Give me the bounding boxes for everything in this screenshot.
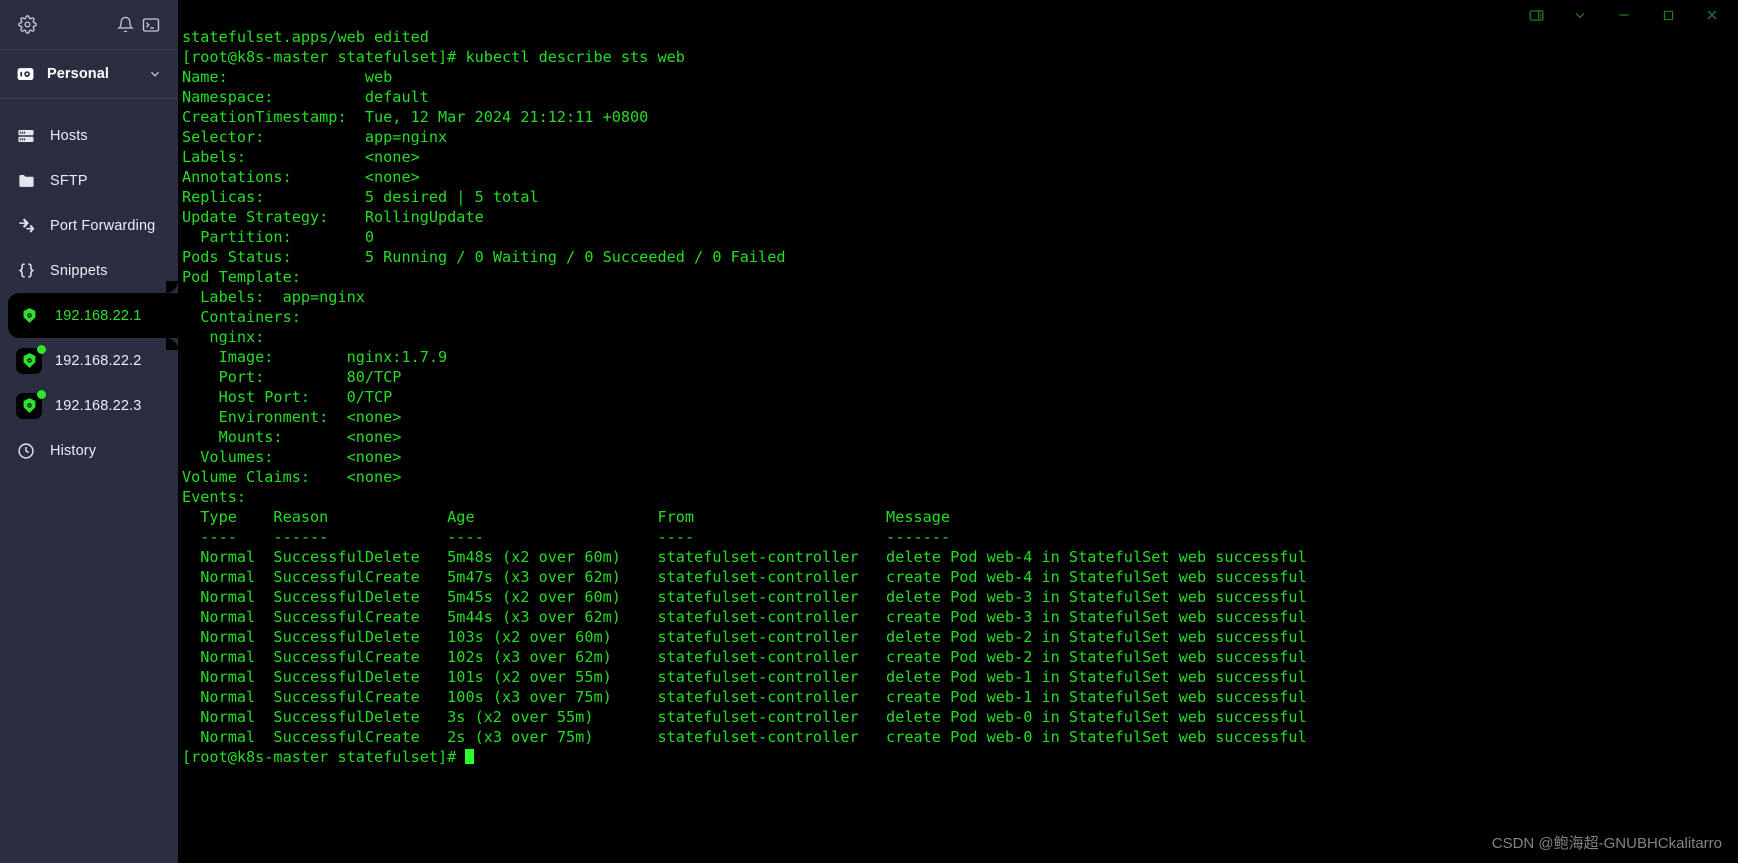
terminal-cursor xyxy=(465,749,475,764)
terminal-line: statefulset.apps/web edited xyxy=(182,28,429,46)
terminal-line: Normal SuccessfulDelete 101s (x2 over 55… xyxy=(182,668,1307,686)
terminal-line: Image: nginx:1.7.9 xyxy=(182,348,448,366)
terminal-line: ---- ------ ---- ---- ------- xyxy=(182,528,951,546)
host-label: 192.168.22.2 xyxy=(55,352,142,369)
terminal-line: [root@k8s-master statefulset]# kubectl d… xyxy=(182,48,685,66)
server-icon xyxy=(16,126,36,146)
sidebar-item-label: History xyxy=(50,442,97,459)
settings-icon[interactable] xyxy=(14,12,40,38)
sidebar-item-history[interactable]: History xyxy=(0,428,178,473)
sidebar-item-label: Port Forwarding xyxy=(50,217,156,234)
terminal-line: Normal SuccessfulDelete 103s (x2 over 60… xyxy=(182,628,1307,646)
sidebar-item-sftp[interactable]: SFTP xyxy=(0,158,178,203)
window-controls xyxy=(1514,0,1738,30)
terminal-line: Normal SuccessfulDelete 3s (x2 over 55m)… xyxy=(182,708,1307,726)
terminal-panel[interactable]: statefulset.apps/web edited [root@k8s-mas… xyxy=(178,0,1738,863)
terminal-line: Containers: xyxy=(182,308,301,326)
terminal-line: Normal SuccessfulDelete 5m45s (x2 over 6… xyxy=(182,588,1307,606)
terminal-line: Namespace: default xyxy=(182,88,429,106)
app-window: Personal Hosts SFTP Port Forwarding Snip… xyxy=(0,0,1738,863)
host-label: 192.168.22.1 xyxy=(55,307,142,324)
folder-icon xyxy=(16,171,36,191)
sidebar-nav: Hosts SFTP Port Forwarding Snippets 192.… xyxy=(0,99,178,473)
terminal-line: Port: 80/TCP xyxy=(182,368,402,386)
minimize-icon[interactable] xyxy=(1602,0,1646,30)
terminal-line: Update Strategy: RollingUpdate xyxy=(182,208,484,226)
clock-icon xyxy=(16,441,36,461)
sidebar-item-hosts[interactable]: Hosts xyxy=(0,113,178,158)
terminal-prompt-line: [root@k8s-master statefulset]# xyxy=(182,747,1738,767)
terminal-line: Selector: app=nginx xyxy=(182,128,448,146)
chevron-down-icon[interactable] xyxy=(148,67,162,81)
terminal-line: Type Reason Age From Message xyxy=(182,508,951,526)
terminal-line: Labels: app=nginx xyxy=(182,288,365,306)
sidebar: Personal Hosts SFTP Port Forwarding Snip… xyxy=(0,0,178,863)
terminal-line: Environment: <none> xyxy=(182,408,402,426)
account-selector[interactable]: Personal xyxy=(0,50,178,98)
sidebar-host-192-168-22-1[interactable]: 192.168.22.1 xyxy=(8,293,178,338)
terminal-line: Normal SuccessfulCreate 5m44s (x3 over 6… xyxy=(182,608,1307,626)
terminal-line: Mounts: <none> xyxy=(182,428,402,446)
terminal-output[interactable]: statefulset.apps/web edited [root@k8s-mas… xyxy=(182,27,1738,863)
sidebar-item-port-forwarding[interactable]: Port Forwarding xyxy=(0,203,178,248)
terminal-prompt: [root@k8s-master statefulset]# xyxy=(182,748,466,766)
terminal-line: Partition: 0 xyxy=(182,228,375,246)
sidebar-host-192-168-22-3[interactable]: 192.168.22.3 xyxy=(0,383,178,428)
terminal-line: Normal SuccessfulCreate 2s (x3 over 75m)… xyxy=(182,728,1307,746)
host-icon-badge xyxy=(16,303,42,329)
terminal-line: Name: web xyxy=(182,68,393,86)
online-status-dot xyxy=(37,344,46,354)
terminal-line: Labels: <none> xyxy=(182,148,420,166)
arrows-icon xyxy=(16,216,36,236)
host-icon-badge xyxy=(16,344,46,374)
host-icon-badge xyxy=(16,389,46,419)
panel-toggle-icon[interactable] xyxy=(1514,0,1558,30)
terminal-line: Normal SuccessfulDelete 5m48s (x2 over 6… xyxy=(182,548,1307,566)
notifications-icon[interactable] xyxy=(112,12,138,38)
sidebar-item-label: Hosts xyxy=(50,127,88,144)
sidebar-host-192-168-22-2[interactable]: 192.168.22.2 xyxy=(0,338,178,383)
terminal-line: Annotations: <none> xyxy=(182,168,420,186)
watermark: CSDN @鲍海超-GNUBHCkalitarro xyxy=(1491,835,1722,852)
terminal-line: Normal SuccessfulCreate 5m47s (x3 over 6… xyxy=(182,568,1307,586)
terminal-line: Replicas: 5 desired | 5 total xyxy=(182,188,539,206)
terminal-line: Volumes: <none> xyxy=(182,448,402,466)
vault-icon xyxy=(16,65,35,84)
terminal-icon[interactable] xyxy=(138,12,164,38)
online-status-dot xyxy=(37,389,46,399)
terminal-line: CreationTimestamp: Tue, 12 Mar 2024 21:1… xyxy=(182,108,649,126)
sidebar-toolbar xyxy=(0,0,178,49)
braces-icon xyxy=(16,261,36,281)
terminal-line: Pod Template: xyxy=(182,268,301,286)
maximize-icon[interactable] xyxy=(1646,0,1690,30)
sidebar-item-snippets[interactable]: Snippets xyxy=(0,248,178,293)
terminal-line: Volume Claims: <none> xyxy=(182,468,402,486)
terminal-line: Normal SuccessfulCreate 102s (x3 over 62… xyxy=(182,648,1307,666)
terminal-line: Events: xyxy=(182,488,247,506)
account-label: Personal xyxy=(47,66,110,82)
sidebar-item-label: SFTP xyxy=(50,172,88,189)
terminal-line: nginx: xyxy=(182,328,265,346)
close-icon[interactable] xyxy=(1690,0,1734,30)
terminal-line: Pods Status: 5 Running / 0 Waiting / 0 S… xyxy=(182,248,786,266)
sidebar-item-label: Snippets xyxy=(50,262,108,279)
terminal-line: Normal SuccessfulCreate 100s (x3 over 75… xyxy=(182,688,1307,706)
host-label: 192.168.22.3 xyxy=(55,397,142,414)
terminal-line: Host Port: 0/TCP xyxy=(182,388,393,406)
chevron-down-icon[interactable] xyxy=(1558,0,1602,30)
